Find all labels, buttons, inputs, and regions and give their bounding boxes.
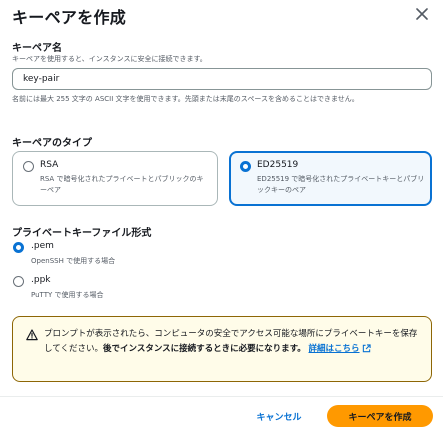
ed25519-option-title: ED25519	[257, 160, 299, 170]
create-key-pair-modal: キーペアを作成 キーペア名 キーペアを使用すると、インスタンスに安全に接続できま…	[0, 0, 443, 433]
key-type-option-ed25519[interactable]: ED25519 ED25519 で暗号化されたプライベートキーとパブリックキーの…	[229, 151, 432, 206]
rsa-option-title: RSA	[40, 160, 59, 170]
pem-option-description: OpenSSH で使用する場合	[31, 257, 116, 265]
external-link-icon	[362, 344, 371, 353]
ed25519-option-description: ED25519 で暗号化されたプライベートキーとパブリックキーのペア	[257, 175, 425, 194]
rsa-radio[interactable]	[23, 161, 34, 172]
modal-header: キーペアを作成	[12, 4, 432, 27]
key-pair-name-input[interactable]	[12, 68, 432, 90]
warning-alert: プロンプトが表示されたら、コンピュータの安全でアクセス可能な場所にプライベートキ…	[12, 316, 432, 382]
close-icon	[416, 8, 428, 20]
warning-alert-text: プロンプトが表示されたら、コンピュータの安全でアクセス可能な場所にプライベートキ…	[44, 327, 424, 357]
pem-option-title: .pem	[31, 241, 54, 251]
modal-title: キーペアを作成	[12, 8, 127, 27]
key-pair-name-description: キーペアを使用すると、インスタンスに安全に接続できます。	[12, 55, 207, 63]
warning-alert-strong-message: 後でインスタンスに接続するときに必要になります。	[103, 344, 306, 354]
ppk-radio[interactable]	[13, 276, 24, 287]
rsa-option-description: RSA で暗号化されたプライベートとパブリックのキーペア	[40, 175, 204, 194]
key-pair-name-constraint: 名前には最大 255 文字の ASCII 文字を使用できます。先頭または末尾のス…	[12, 95, 359, 103]
ed25519-radio[interactable]	[240, 161, 251, 172]
close-button[interactable]	[412, 4, 432, 24]
learn-more-link[interactable]: 詳細はこちら	[309, 344, 360, 354]
cancel-button[interactable]: キャンセル	[244, 405, 314, 427]
key-pair-type-label: キーペアのタイプ	[12, 138, 92, 149]
ppk-option-description: PuTTY で使用する場合	[31, 291, 104, 299]
pem-radio[interactable]	[13, 242, 24, 253]
warning-icon	[26, 329, 38, 341]
file-format-label: プライベートキーファイル形式	[12, 228, 152, 239]
key-type-option-rsa[interactable]: RSA RSA で暗号化されたプライベートとパブリックのキーペア	[12, 151, 218, 206]
create-key-pair-button[interactable]: キーペアを作成	[327, 405, 433, 427]
key-pair-name-label: キーペア名	[12, 43, 62, 54]
footer-divider	[0, 396, 443, 397]
ppk-option-title: .ppk	[31, 275, 51, 285]
